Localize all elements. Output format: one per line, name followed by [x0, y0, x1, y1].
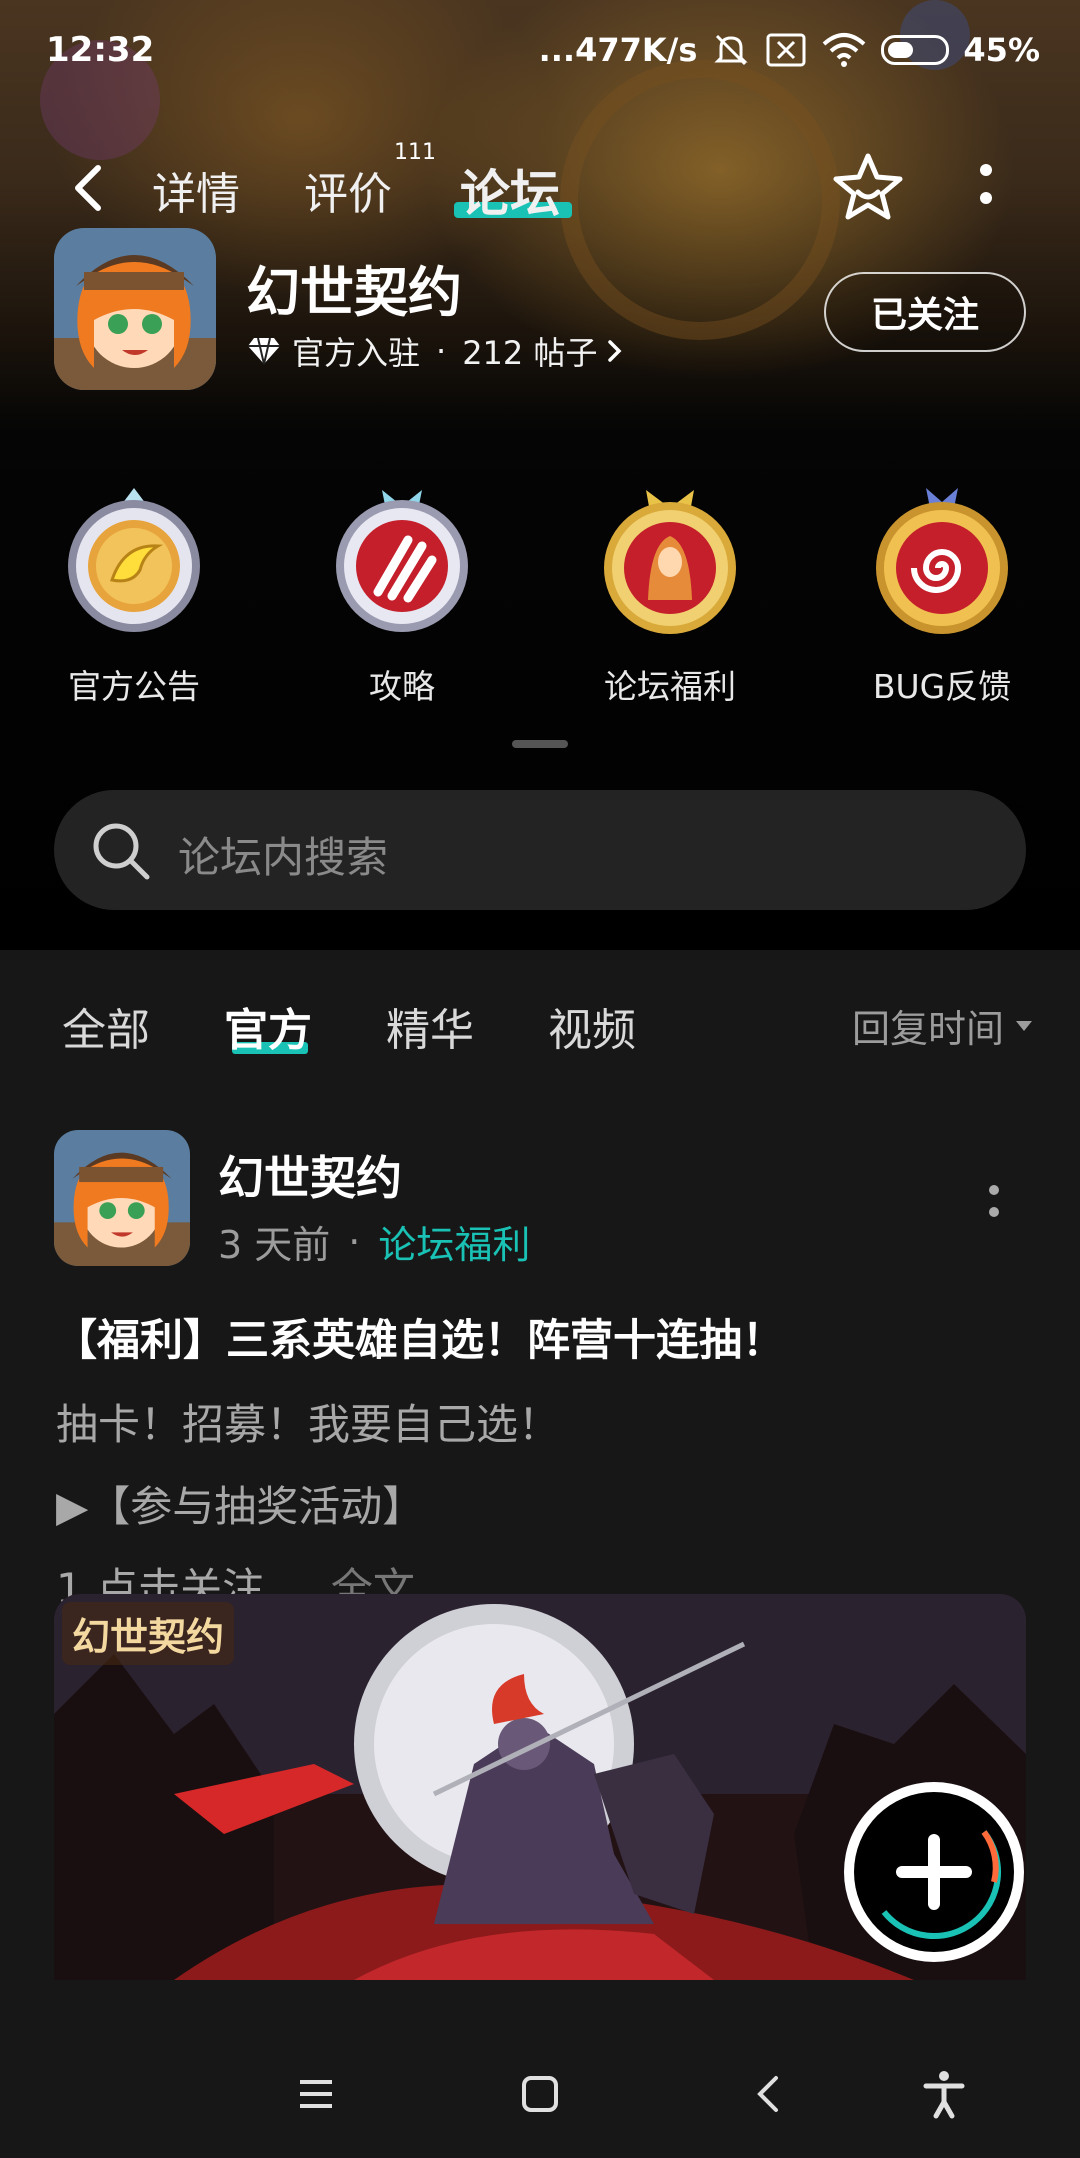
- sim-off-icon: [766, 33, 806, 67]
- filter-tabs: 全部 官方 精华 视频 回复时间: [0, 980, 1080, 1060]
- top-navigation: 详情 评价 111 论坛: [0, 140, 1080, 230]
- hooded-figure-badge-icon: [604, 490, 736, 634]
- post-meta: 3 天前 · 论坛福利: [218, 1214, 530, 1269]
- category-label: 攻略: [369, 667, 435, 706]
- menu-icon[interactable]: [284, 2062, 348, 2126]
- back-icon[interactable]: [736, 2062, 800, 2126]
- accessibility-icon[interactable]: [912, 2062, 976, 2126]
- caret-down-icon: [1016, 1020, 1032, 1031]
- app-title: 幻世契约: [246, 261, 462, 324]
- app-icon[interactable]: [54, 228, 216, 390]
- post-author[interactable]: 幻世契约: [218, 1142, 402, 1208]
- filter-video[interactable]: 视频: [548, 994, 636, 1058]
- sort-label: 回复时间: [851, 1007, 1004, 1051]
- bell-muted-icon: [714, 34, 749, 66]
- chevron-right-icon: [608, 340, 622, 362]
- battery-icon: [881, 35, 950, 65]
- tab-forum[interactable]: 论坛: [460, 154, 560, 226]
- filter-featured[interactable]: 精华: [386, 994, 474, 1058]
- meta-separator: ·: [436, 332, 447, 370]
- official-label: 官方入驻: [292, 334, 421, 372]
- new-post-button[interactable]: [844, 1782, 1024, 1962]
- wifi-icon: [823, 33, 866, 67]
- category-label: BUG反馈: [872, 667, 1012, 706]
- system-nav-bar: [0, 2030, 1080, 2158]
- meta-separator: ·: [348, 1219, 361, 1264]
- post-category-tag[interactable]: 论坛福利: [378, 1214, 530, 1269]
- diamond-icon: [248, 337, 280, 365]
- home-icon[interactable]: [508, 2062, 572, 2126]
- banana-badge-icon: [68, 488, 200, 632]
- status-bar: 12:32 ...477K/s 45%: [0, 0, 1080, 104]
- reviews-count-badge: 111: [394, 140, 436, 165]
- search-placeholder: 论坛内搜索: [178, 833, 389, 882]
- category-label: 论坛福利: [604, 667, 736, 706]
- more-options-icon[interactable]: [982, 1166, 1006, 1236]
- sort-dropdown[interactable]: 回复时间: [852, 998, 1034, 1053]
- app-meta[interactable]: 官方入驻 · 212 帖子: [246, 328, 627, 374]
- battery-level: [888, 42, 913, 58]
- category-announcements[interactable]: 官方公告: [24, 480, 244, 708]
- tab-details[interactable]: 详情: [152, 158, 240, 222]
- post-line: ▶【参与抽奖活动】: [56, 1482, 425, 1531]
- forum-search-input[interactable]: 论坛内搜索: [54, 790, 1026, 910]
- search-icon: [93, 823, 150, 880]
- post-title[interactable]: 【福利】三系英雄自选！阵营十连抽！: [54, 1306, 785, 1368]
- spiral-badge-icon: [876, 488, 1008, 634]
- avatar[interactable]: [54, 1130, 190, 1266]
- claw-badge-icon: [336, 490, 468, 632]
- post-time: 3 天前: [218, 1223, 331, 1267]
- favorite-star-icon[interactable]: [830, 150, 906, 226]
- category-forum-welfare[interactable]: 论坛福利: [560, 480, 780, 708]
- post-count: 212 帖子: [462, 334, 598, 372]
- app-info: 幻世契约 官方入驻 · 212 帖子 已关注: [54, 228, 1034, 398]
- tab-reviews[interactable]: 评价: [304, 158, 392, 222]
- plus-icon: [881, 1830, 1001, 1940]
- filter-all[interactable]: 全部: [62, 994, 150, 1058]
- category-guides[interactable]: 攻略: [292, 480, 512, 708]
- forum-categories: 官方公告 攻略 论坛福利 BUG反馈: [0, 480, 1080, 740]
- more-options-icon[interactable]: [966, 152, 1006, 222]
- follow-button[interactable]: 已关注: [824, 272, 1026, 352]
- game-logo: 幻世契约: [62, 1602, 235, 1665]
- status-time: 12:32: [46, 30, 155, 70]
- fab-inner: [854, 1792, 1014, 1952]
- battery-percent: 45%: [963, 31, 1040, 69]
- status-icons: ...477K/s 45%: [539, 30, 1040, 70]
- post-line: 抽卡！招募！我要自己选！: [56, 1400, 561, 1449]
- back-arrow-icon[interactable]: [60, 158, 120, 218]
- categories-page-indicator: [512, 740, 568, 748]
- category-label: 官方公告: [68, 667, 200, 706]
- category-bug-report[interactable]: BUG反馈: [832, 480, 1052, 708]
- filter-official[interactable]: 官方: [224, 994, 312, 1058]
- network-speed: ...477K/s: [538, 31, 698, 69]
